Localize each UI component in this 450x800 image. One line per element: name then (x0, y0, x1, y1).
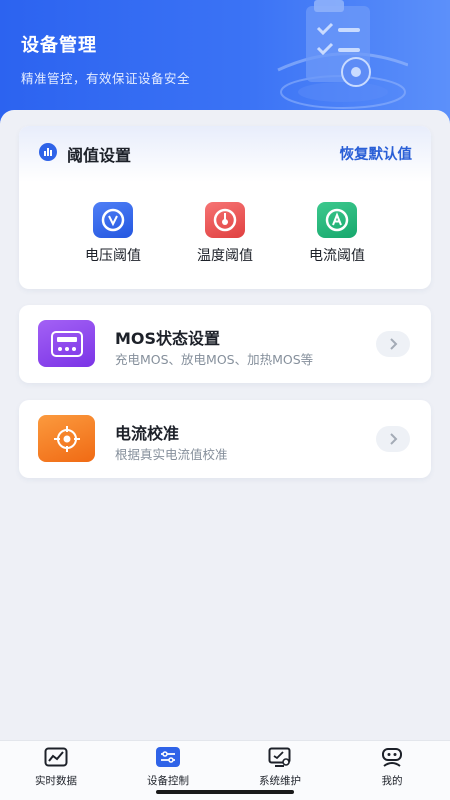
clipboard-illustration-icon (277, 0, 408, 109)
voltage-gauge-icon (93, 202, 133, 238)
temperature-threshold-item[interactable]: 温度阈值 (175, 202, 275, 264)
monitor-search-icon (268, 747, 291, 767)
chart-monitor-icon (44, 747, 68, 767)
crosshair-icon (38, 415, 95, 462)
current-threshold-item[interactable]: 电流阈值 (287, 202, 387, 264)
tab-realtime-data[interactable]: 实时数据 (0, 747, 112, 788)
voltage-threshold-label: 电压阈值 (85, 248, 141, 264)
page-title: 设备管理 (21, 35, 97, 56)
temperature-gauge-icon (205, 202, 245, 238)
voltage-threshold-item[interactable]: 电压阈值 (63, 202, 163, 264)
threshold-settings-card: 阈值设置 恢复默认值 电压阈值 温度阈值 电流阈值 (19, 126, 431, 289)
tab-device-control[interactable]: 设备控制 (112, 747, 224, 788)
temperature-threshold-label: 温度阈值 (197, 248, 253, 264)
chevron-right-icon[interactable] (376, 426, 410, 452)
tab-mine-label: 我的 (381, 775, 403, 787)
page-subtitle: 精准管控，有效保证设备安全 (21, 71, 191, 86)
mos-status-title: MOS状态设置 (115, 329, 221, 348)
tab-mine[interactable]: 我的 (336, 747, 448, 788)
mos-status-card[interactable]: MOS状态设置 充电MOS、放电MOS、加热MOS等 (19, 305, 431, 383)
tab-device-control-label: 设备控制 (147, 775, 189, 787)
threshold-card-header: 阈值设置 恢复默认值 (19, 126, 431, 182)
chevron-right-icon[interactable] (376, 331, 410, 357)
robot-user-icon (382, 748, 402, 767)
tab-system-maintenance-label: 系统维护 (259, 775, 301, 787)
threshold-title: 阈值设置 (67, 146, 132, 165)
home-indicator (156, 790, 294, 794)
tab-system-maintenance[interactable]: 系统维护 (224, 747, 336, 788)
current-calibration-card[interactable]: 电流校准 根据真实电流值校准 (19, 400, 431, 478)
bar-chart-circle-icon (39, 143, 57, 161)
current-calibration-desc: 根据真实电流值校准 (115, 447, 228, 462)
reset-default-button[interactable]: 恢复默认值 (340, 143, 413, 164)
mos-status-desc: 充电MOS、放电MOS、加热MOS等 (115, 352, 314, 367)
current-calibration-title: 电流校准 (115, 424, 180, 443)
sliders-icon (156, 747, 180, 767)
current-threshold-label: 电流阈值 (309, 248, 365, 264)
tab-realtime-data-label: 实时数据 (35, 775, 77, 787)
mos-chip-icon (38, 320, 95, 367)
current-gauge-icon (317, 202, 357, 238)
